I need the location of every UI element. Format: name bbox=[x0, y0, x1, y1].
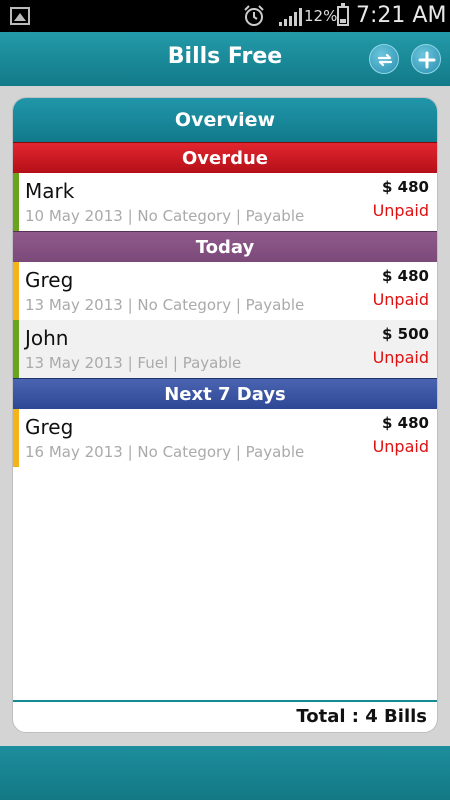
bill-name: Greg bbox=[25, 268, 74, 292]
alarm-clock-icon bbox=[244, 5, 264, 26]
sync-icon bbox=[377, 53, 393, 67]
overview-card: Overview Overdue Mark 10 May 2013 | No C… bbox=[12, 97, 438, 733]
bill-meta: 16 May 2013 | No Category | Payable bbox=[25, 443, 305, 461]
signal-icon bbox=[279, 8, 302, 26]
bill-meta: 10 May 2013 | No Category | Payable bbox=[25, 207, 305, 225]
clock: 7:21 AM bbox=[356, 3, 447, 28]
add-bill-button[interactable] bbox=[411, 44, 441, 74]
bill-status: Unpaid bbox=[372, 437, 429, 456]
bill-row-greg[interactable]: Greg 13 May 2013 | No Category | Payable… bbox=[13, 262, 437, 320]
battery-percent: 12% bbox=[304, 7, 338, 25]
bill-name: John bbox=[25, 326, 69, 350]
bill-meta: 13 May 2013 | Fuel | Payable bbox=[25, 354, 242, 372]
bill-row-john[interactable]: John 13 May 2013 | Fuel | Payable $ 500 … bbox=[13, 320, 437, 378]
status-bar: 12% 7:21 AM bbox=[0, 0, 450, 32]
battery-icon bbox=[337, 3, 349, 26]
overview-title: Overview bbox=[13, 98, 437, 142]
bill-amount: $ 480 bbox=[382, 178, 429, 196]
add-icon bbox=[418, 51, 436, 69]
section-overdue: Overdue bbox=[13, 142, 437, 173]
bill-status: Unpaid bbox=[372, 348, 429, 367]
bill-row-greg-next[interactable]: Greg 16 May 2013 | No Category | Payable… bbox=[13, 409, 437, 467]
bill-status: Unpaid bbox=[372, 290, 429, 309]
image-notification-icon bbox=[10, 7, 30, 25]
section-next-7-days: Next 7 Days bbox=[13, 378, 437, 409]
sync-button[interactable] bbox=[369, 44, 399, 74]
bill-name: Mark bbox=[25, 179, 75, 203]
bill-amount: $ 480 bbox=[382, 267, 429, 285]
bill-amount: $ 480 bbox=[382, 414, 429, 432]
bill-status: Unpaid bbox=[372, 201, 429, 220]
total-bills: Total : 4 Bills bbox=[13, 700, 437, 732]
bottom-bar bbox=[0, 746, 450, 800]
bill-amount: $ 500 bbox=[382, 325, 429, 343]
bill-row-mark[interactable]: Mark 10 May 2013 | No Category | Payable… bbox=[13, 173, 437, 231]
bill-name: Greg bbox=[25, 415, 74, 439]
app-bar: Bills Free bbox=[0, 32, 450, 86]
section-today: Today bbox=[13, 231, 437, 262]
bill-meta: 13 May 2013 | No Category | Payable bbox=[25, 296, 305, 314]
